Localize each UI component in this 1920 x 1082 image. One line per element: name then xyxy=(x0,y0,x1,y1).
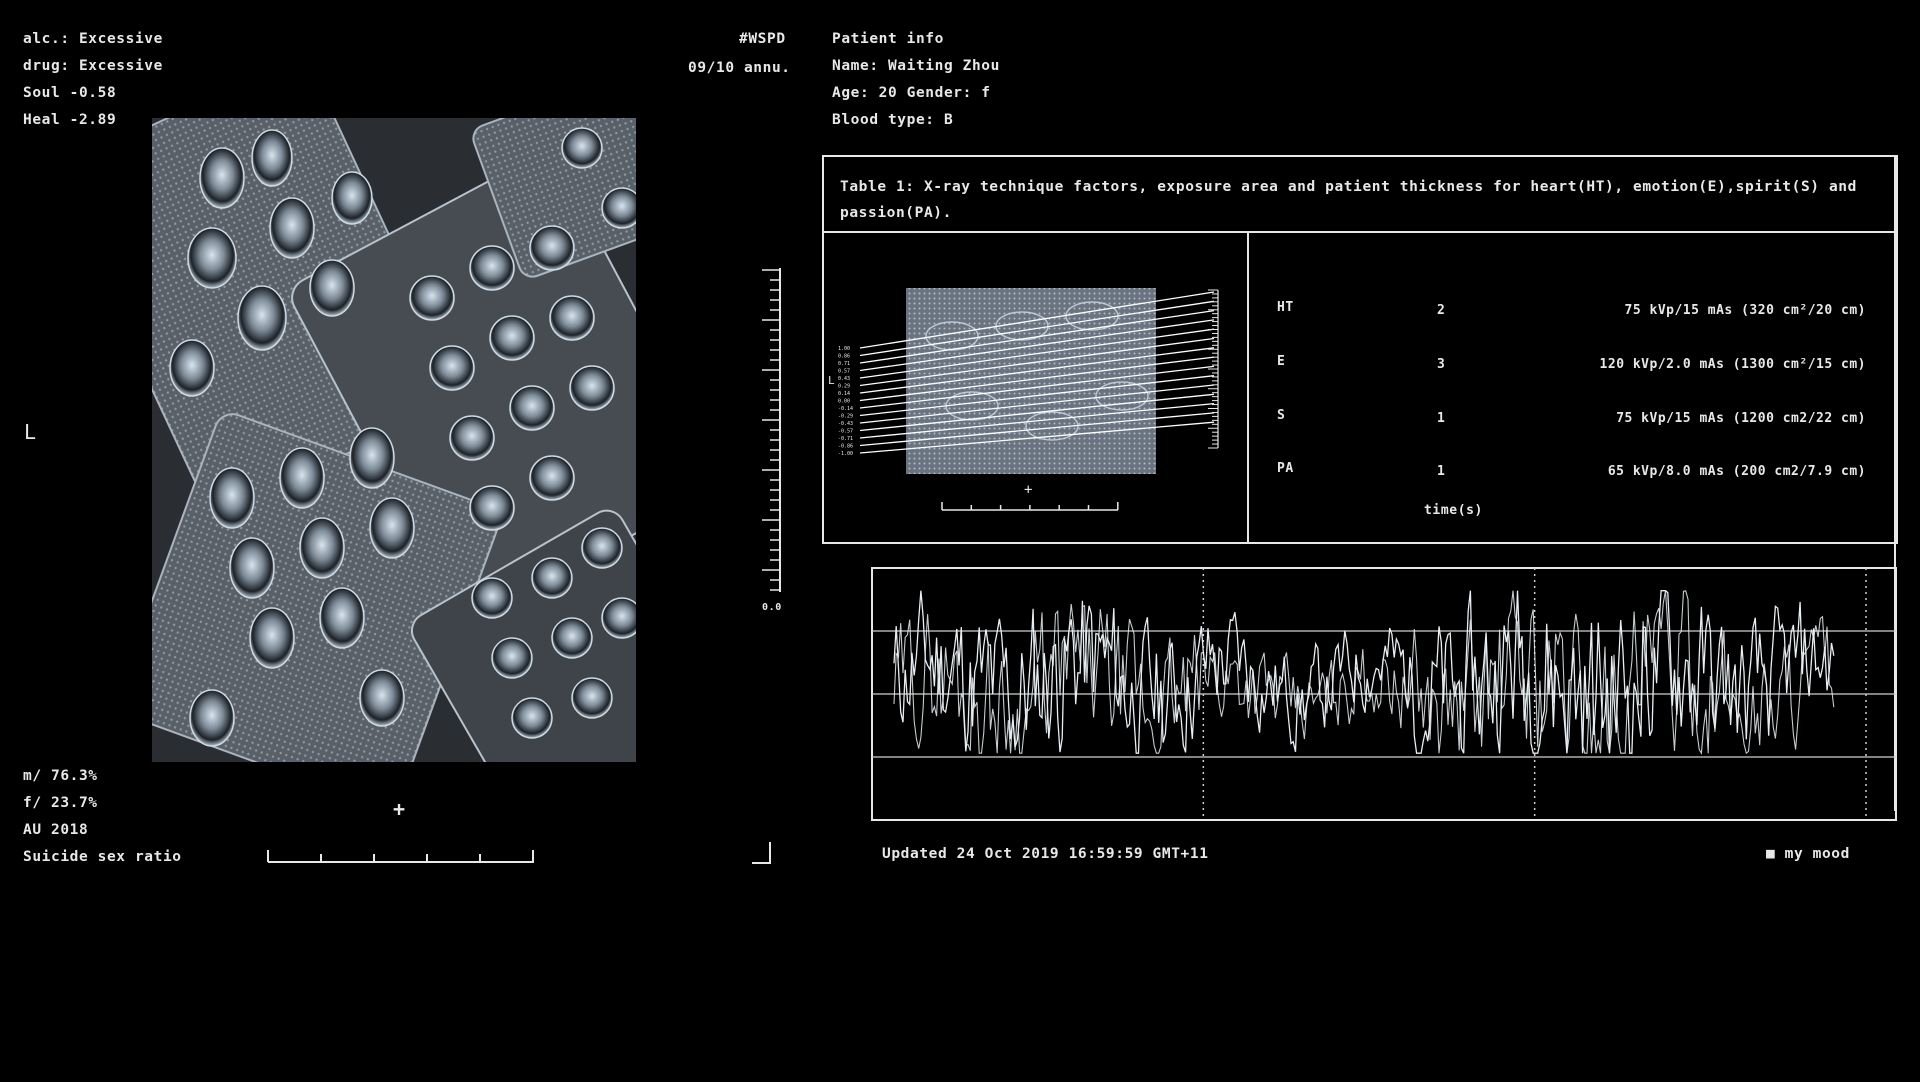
horizontal-ruler xyxy=(267,850,534,863)
table-row-count: 1 xyxy=(1437,411,1446,426)
blister-pack-image xyxy=(152,118,636,762)
mini-tick-label: 0.14 xyxy=(838,391,850,397)
y-tick-label: −1.0 xyxy=(825,811,864,826)
ratio-title: Suicide sex ratio xyxy=(23,849,182,865)
mood-chart: 1.00.50.0−0.5−1.0Oct22Oct23Oct24Oct25 xyxy=(825,559,1897,826)
mini-tick-label: -0.29 xyxy=(838,414,853,420)
table-divider-h xyxy=(822,231,1896,233)
male-ratio: m/ 76.3% xyxy=(23,768,98,784)
updated-timestamp: Updated 24 Oct 2019 16:59:59 GMT+11 xyxy=(882,846,1209,862)
mini-xray-figure: 1.00 0.860.71 0.570.43 0.290.14 0.00-0.14 -0.… xyxy=(828,288,1219,511)
patient-name: Name: Waiting Zhou xyxy=(832,58,1000,74)
date-annu: 09/10 annu. xyxy=(688,60,791,76)
patient-heading: Patient info xyxy=(832,31,944,47)
chart-legend: ■ my mood xyxy=(1766,846,1850,862)
mini-tick-label: -0.43 xyxy=(838,421,853,427)
alc-stat: alc.: Excessive xyxy=(23,31,163,47)
mini-tick-label: -0.86 xyxy=(838,444,853,450)
mini-tick-label: 0.71 xyxy=(838,361,850,367)
table-row-label: E xyxy=(1277,354,1286,369)
vertical-scale-label: 0.0 xyxy=(762,602,782,613)
patient-blood: Blood type: B xyxy=(832,112,954,128)
soul-stat: Soul -0.58 xyxy=(23,85,117,101)
y-tick-label: 0.5 xyxy=(835,622,864,641)
table-row-label: PA xyxy=(1277,461,1294,476)
mini-tick-label: 0.00 xyxy=(838,399,850,405)
mini-tick-label: 0.86 xyxy=(838,354,850,360)
time-label: time(s) xyxy=(1424,503,1483,518)
mini-tick-label: -0.57 xyxy=(838,429,853,435)
table-row-count: 1 xyxy=(1437,464,1446,479)
mini-tick-label: 1.00 xyxy=(838,346,850,352)
mini-l-marker: L xyxy=(828,374,835,387)
region-year: AU 2018 xyxy=(23,822,89,838)
table-row-count: 3 xyxy=(1437,357,1446,372)
table-row-label: HT xyxy=(1277,300,1294,315)
patient-age-gender: Age: 20 Gender: f xyxy=(832,85,991,101)
mini-tick-label: -1.00 xyxy=(838,451,853,457)
mini-plus: + xyxy=(1024,482,1032,498)
mini-tick-label: -0.14 xyxy=(838,406,853,412)
wspd-tag: #WSPD xyxy=(739,31,786,47)
table-row-value: 120 kVp/2.0 mAs (1300 cm²/15 cm) xyxy=(1599,357,1866,372)
mini-tick-label: 0.43 xyxy=(838,376,850,382)
drug-stat: drug: Excessive xyxy=(23,58,163,74)
side-marker-l: L xyxy=(24,420,37,444)
heal-stat: Heal -2.89 xyxy=(23,112,117,128)
female-ratio: f/ 23.7% xyxy=(23,795,98,811)
table-divider-v xyxy=(1247,231,1249,542)
y-tick-label: 0.0 xyxy=(835,685,864,704)
table-caption: Table 1: X-ray technique factors, exposu… xyxy=(840,179,1857,221)
crosshair-plus: + xyxy=(393,797,406,821)
table-row-value: 75 kVp/15 mAs (320 cm²/20 cm) xyxy=(1624,303,1866,318)
mini-tick-label: 0.57 xyxy=(838,369,850,375)
corner-bracket-h xyxy=(752,862,771,864)
table-row-count: 2 xyxy=(1437,303,1446,318)
mini-tick-label: 0.29 xyxy=(838,384,850,390)
y-tick-label: −0.5 xyxy=(825,748,864,767)
mini-tick-label: -0.71 xyxy=(838,436,853,442)
vertical-ruler xyxy=(762,268,781,592)
table-row-value: 65 kVp/8.0 mAs (200 cm2/7.9 cm) xyxy=(1607,464,1866,479)
corner-bracket-v xyxy=(769,842,771,864)
table-row-label: S xyxy=(1277,408,1286,423)
y-tick-label: 1.0 xyxy=(835,559,864,578)
table-row-value: 75 kVp/15 mAs (1200 cm2/22 cm) xyxy=(1616,411,1866,426)
